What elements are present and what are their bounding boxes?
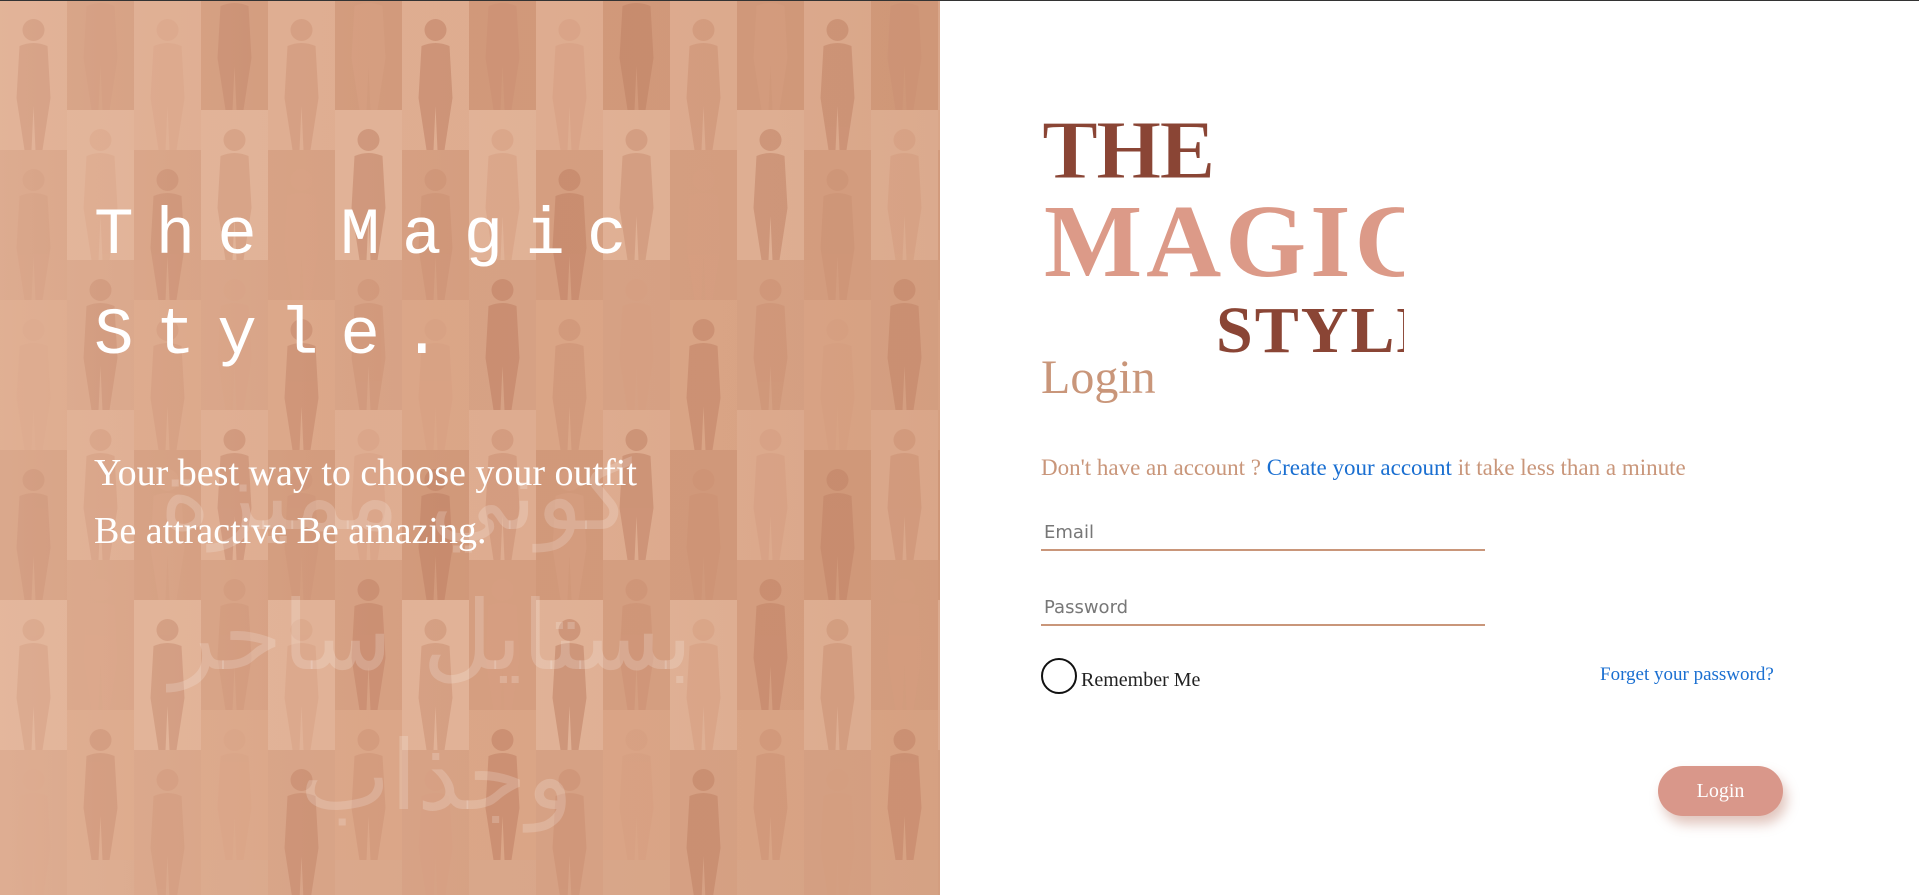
hero-panel: كوني مميزة بستايل ساحر وجذاب The Magic S… [0, 0, 940, 895]
hero-title-line2: Style. [94, 298, 464, 373]
signup-prompt-suffix: it take less than a minute [1457, 455, 1686, 480]
login-heading: Login [1041, 351, 1156, 404]
top-border [0, 0, 1919, 1]
hero-watermark-line3: وجذاب [300, 720, 574, 832]
remember-me-radio[interactable] [1041, 658, 1077, 694]
forgot-password-link[interactable]: Forget your password? [1600, 664, 1774, 686]
hero-tagline-line2: Be attractive Be amazing. [94, 510, 487, 552]
signup-prompt-text: Don't have an account ? [1041, 455, 1261, 480]
hero-tagline: Your best way to choose your outfit Be a… [94, 444, 637, 560]
password-input[interactable] [1041, 590, 1485, 626]
remember-me-label: Remember Me [1081, 668, 1201, 691]
email-input[interactable] [1041, 515, 1485, 551]
brand-logo-image: THE MAGIC STYLE [1042, 104, 1405, 357]
signup-prompt: Don't have an account ? Create your acco… [1041, 455, 1686, 481]
brand-logo: THE MAGIC STYLE [1040, 98, 1405, 357]
login-button[interactable]: Login [1658, 766, 1783, 816]
hero-title: The Magic Style. [94, 186, 874, 386]
hero-watermark-line2: بستايل ساحر [170, 580, 693, 692]
remember-me[interactable]: Remember Me [1041, 658, 1200, 694]
logo-word-magic: MAGIC [1044, 184, 1404, 299]
logo-word-style: STYLE [1216, 294, 1404, 356]
hero-title-line1: The Magic [94, 198, 649, 273]
create-account-link[interactable]: Create your account [1267, 455, 1452, 480]
hero-tagline-line1: Your best way to choose your outfit [94, 452, 637, 494]
